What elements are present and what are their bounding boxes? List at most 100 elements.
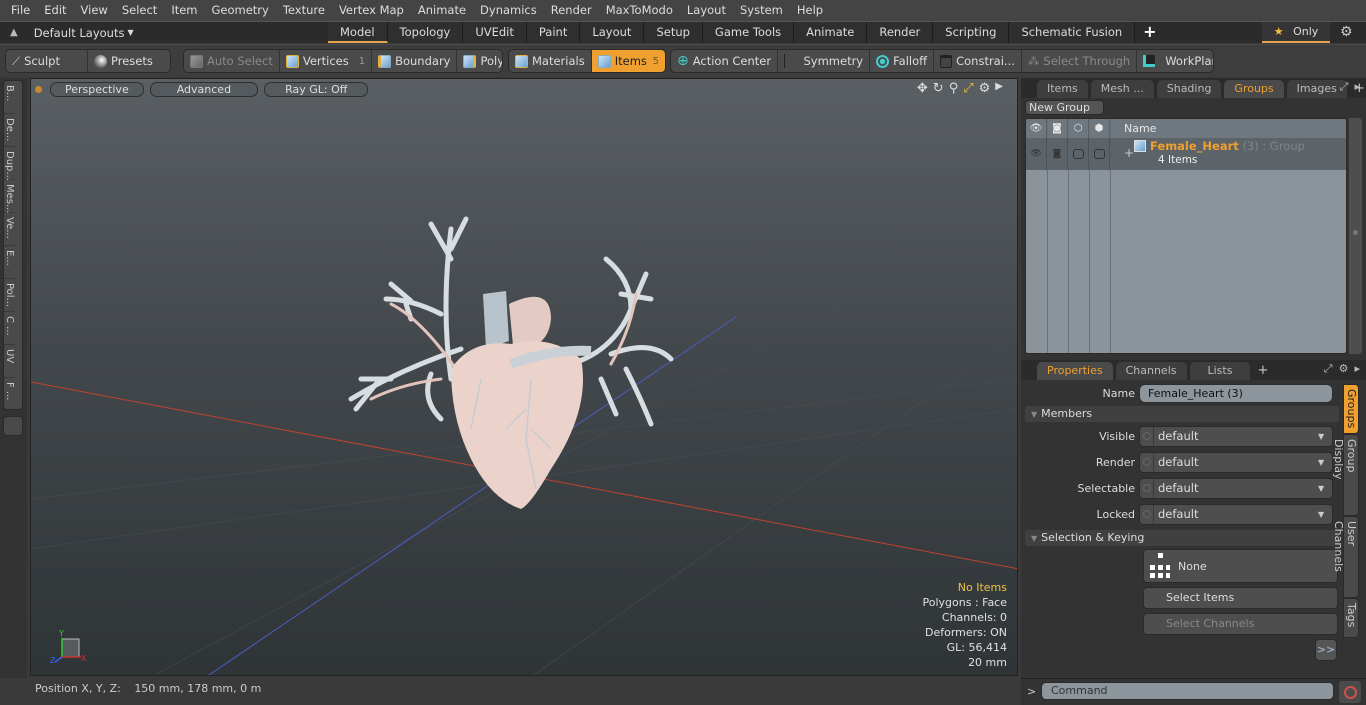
visible-dropdown[interactable]: default ▼: [1139, 425, 1333, 447]
groups-list-scrollbar[interactable]: [1349, 118, 1362, 354]
pan-icon[interactable]: ✥: [917, 81, 928, 96]
select-items-button[interactable]: Select Items: [1143, 587, 1338, 609]
select-channels-button[interactable]: Select Channels: [1143, 613, 1338, 635]
menu-file[interactable]: File: [4, 0, 37, 21]
sculpt-button[interactable]: ⟋ Sculpt: [6, 50, 88, 72]
tab-schematic-fusion[interactable]: Schematic Fusion: [1009, 22, 1136, 43]
viewport-gear-icon[interactable]: ⚙: [979, 81, 991, 96]
menu-view[interactable]: View: [74, 0, 115, 21]
tab-lists[interactable]: Lists: [1189, 362, 1251, 380]
add-tab-button[interactable]: +: [1135, 22, 1164, 43]
select-through-button[interactable]: ⁂ Select Through: [1022, 50, 1138, 72]
left-tab-edge[interactable]: E...: [4, 246, 15, 279]
tab-mesh[interactable]: Mesh ...: [1090, 80, 1154, 98]
left-tab-fusion[interactable]: F ...: [4, 378, 15, 411]
tab-properties[interactable]: Properties: [1037, 362, 1113, 380]
new-group-button[interactable]: New Group: [1025, 100, 1104, 115]
constraints-button[interactable]: Constrai...: [934, 50, 1022, 72]
tab-scripting[interactable]: Scripting: [933, 22, 1010, 43]
menu-item[interactable]: Item: [164, 0, 204, 21]
tab-uvedit[interactable]: UVEdit: [463, 22, 527, 43]
menu-select[interactable]: Select: [115, 0, 164, 21]
gear-icon[interactable]: ⚙: [1340, 24, 1353, 40]
maximize-panel-icon[interactable]: ⤢: [1340, 80, 1349, 94]
expand-right-icon[interactable]: ▶: [995, 81, 1003, 96]
name-field[interactable]: Female_Heart (3): [1139, 383, 1333, 403]
side-tab-user-channels[interactable]: User Channels: [1332, 516, 1359, 598]
side-tab-tags[interactable]: Tags: [1343, 598, 1359, 638]
presets-button[interactable]: Presets: [88, 50, 159, 72]
3d-viewport[interactable]: Y X Z Perspective Advanced Ray GL: Off ✥…: [30, 78, 1018, 676]
group-row[interactable]: 👁 ◙ + Female_Heart (3) : Group 4 Items: [1026, 138, 1346, 170]
row-render-icon[interactable]: ◙: [1047, 138, 1068, 170]
menu-render[interactable]: Render: [544, 0, 599, 21]
left-tool-extra-button[interactable]: [3, 416, 23, 436]
menu-animate[interactable]: Animate: [411, 0, 473, 21]
zoom-icon[interactable]: ⚲: [949, 81, 959, 96]
shading-dropdown[interactable]: Advanced: [149, 81, 259, 97]
menu-dynamics[interactable]: Dynamics: [473, 0, 544, 21]
add-properties-tab-button[interactable]: +: [1253, 362, 1272, 380]
tab-setup[interactable]: Setup: [644, 22, 703, 43]
tab-model[interactable]: Model: [328, 22, 388, 43]
maximize-properties-icon[interactable]: ⤢: [1324, 362, 1333, 376]
layout-dropdown[interactable]: Default Layouts: [34, 26, 125, 40]
only-filter-button[interactable]: ★ Only: [1262, 22, 1330, 43]
selectable-cube-icon[interactable]: ⬡: [1068, 119, 1089, 138]
properties-arrow-icon[interactable]: ▸: [1354, 362, 1360, 376]
tab-topology[interactable]: Topology: [387, 22, 464, 43]
menu-help[interactable]: Help: [790, 0, 830, 21]
tab-images[interactable]: Images: [1286, 80, 1347, 98]
row-eye-icon[interactable]: 👁: [1026, 138, 1047, 170]
falloff-button[interactable]: Falloff: [870, 50, 935, 72]
selection-keying-section[interactable]: ▼ Selection & Keying: [1025, 530, 1339, 546]
panel-arrow-icon[interactable]: ▸: [1354, 80, 1360, 94]
row-lock-toggle[interactable]: [1089, 138, 1110, 170]
polygons-button[interactable]: Polygons: [457, 50, 502, 72]
tab-render[interactable]: Render: [867, 22, 934, 43]
menu-edit[interactable]: Edit: [37, 0, 73, 21]
materials-button[interactable]: Materials: [509, 50, 592, 72]
left-tab-curve[interactable]: C ...: [4, 312, 15, 345]
side-tab-groups[interactable]: Groups: [1343, 384, 1359, 434]
left-tab-duplicate[interactable]: Dup...: [4, 147, 15, 181]
properties-gear-icon[interactable]: ⚙: [1339, 362, 1349, 376]
left-tab-vertex[interactable]: Ve...: [4, 213, 15, 246]
tab-layout[interactable]: Layout: [580, 22, 645, 43]
viewport-menu-dot[interactable]: [35, 85, 42, 93]
more-button[interactable]: >>: [1315, 639, 1337, 661]
name-column-header[interactable]: Name: [1110, 119, 1156, 138]
layout-selector[interactable]: ▲ Default Layouts ▼: [10, 22, 134, 43]
menu-layout[interactable]: Layout: [680, 0, 733, 21]
rotate-icon[interactable]: ↻: [933, 81, 944, 96]
left-tab-basic[interactable]: B...: [4, 81, 15, 114]
left-tab-polygon[interactable]: Pol...: [4, 279, 15, 312]
visibility-eye-icon[interactable]: 👁: [1026, 119, 1047, 138]
selectable-dropdown[interactable]: default ▼: [1139, 477, 1333, 499]
raygl-toggle[interactable]: Ray GL: Off: [264, 81, 369, 97]
locked-dropdown[interactable]: default ▼: [1139, 503, 1333, 525]
tab-shading[interactable]: Shading: [1156, 80, 1222, 98]
tab-paint[interactable]: Paint: [526, 22, 581, 43]
items-button[interactable]: Items 5: [591, 50, 665, 72]
record-macro-button[interactable]: [1339, 681, 1361, 703]
collapse-up-icon[interactable]: ▲: [10, 27, 18, 38]
render-camera-icon[interactable]: ◙: [1047, 119, 1068, 138]
members-section[interactable]: ▼ Members: [1025, 406, 1339, 422]
left-tab-mesh-edit[interactable]: Mes...: [4, 180, 15, 214]
keying-mode-button[interactable]: None: [1143, 549, 1338, 583]
auto-select-button[interactable]: Auto Select: [184, 50, 280, 72]
row-selectable-toggle[interactable]: [1068, 138, 1089, 170]
expand-plus-icon[interactable]: +: [1124, 146, 1134, 160]
tab-items[interactable]: Items: [1037, 80, 1088, 98]
left-tab-deform[interactable]: De...: [4, 114, 15, 147]
menu-vertex-map[interactable]: Vertex Map: [332, 0, 411, 21]
left-tab-uv[interactable]: UV: [4, 345, 15, 378]
render-dropdown[interactable]: default ▼: [1139, 451, 1333, 473]
side-tab-group-display[interactable]: Group Display: [1332, 434, 1359, 516]
tab-groups[interactable]: Groups: [1224, 80, 1284, 98]
workplane-button[interactable]: WorkPlane: [1137, 50, 1213, 72]
tab-channels[interactable]: Channels: [1115, 362, 1187, 380]
menu-maxtomodo[interactable]: MaxToModo: [599, 0, 680, 21]
tab-animate[interactable]: Animate: [794, 22, 868, 43]
